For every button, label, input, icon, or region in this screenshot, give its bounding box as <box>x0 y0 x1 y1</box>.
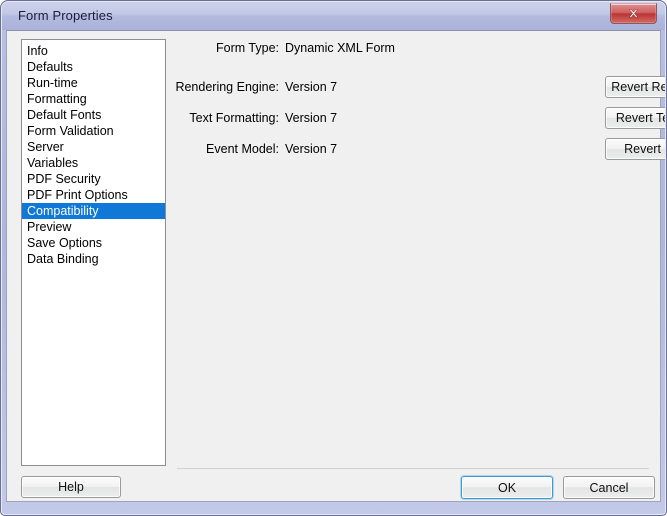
dialog-client-area: Info Defaults Run-time Formatting Default Fo… <box>6 30 667 502</box>
revert-rendering-model-button[interactable]: Revert Rendering Model <box>605 76 667 98</box>
window-title: Form Properties <box>18 8 113 23</box>
rendering-engine-label: Rendering Engine: <box>175 80 279 94</box>
sidebar-item-save-options[interactable]: Save Options <box>22 235 165 251</box>
sidebar-item-default-fonts[interactable]: Default Fonts <box>22 107 165 123</box>
sidebar-item-preview[interactable]: Preview <box>22 219 165 235</box>
sidebar-item-formatting[interactable]: Formatting <box>22 91 165 107</box>
text-formatting-value: Version 7 <box>285 111 338 125</box>
form-type-label: Form Type: <box>216 41 279 55</box>
event-model-label: Event Model: <box>206 142 279 156</box>
sidebar-item-data-binding[interactable]: Data Binding <box>22 251 165 267</box>
title-bar[interactable]: Form Properties <box>2 2 665 30</box>
sidebar-item-defaults[interactable]: Defaults <box>22 59 165 75</box>
sidebar-item-form-validation[interactable]: Form Validation <box>22 123 165 139</box>
rendering-engine-value: Version 7 <box>285 80 338 94</box>
form-type-value: Dynamic XML Form <box>285 41 395 55</box>
sidebar-item-pdf-print-options[interactable]: PDF Print Options <box>22 187 165 203</box>
title-watermark <box>480 11 580 21</box>
close-button[interactable] <box>610 3 657 24</box>
text-formatting-label: Text Formatting: <box>189 111 279 125</box>
revert-text-formatting-button[interactable]: Revert Text Formatting <box>605 107 667 129</box>
cancel-button[interactable]: Cancel <box>563 476 655 499</box>
dialog-window: Form Properties Info Defaults Run-time Form… <box>0 0 667 516</box>
event-model-value: Version 7 <box>285 142 338 156</box>
category-listbox[interactable]: Info Defaults Run-time Formatting Default Fo… <box>21 39 166 466</box>
sidebar-item-run-time[interactable]: Run-time <box>22 75 165 91</box>
sidebar-item-server[interactable]: Server <box>22 139 165 155</box>
help-button[interactable]: Help <box>21 476 121 498</box>
detail-panel: Form Type: Dynamic XML Form Rendering En… <box>175 31 667 501</box>
sidebar-item-variables[interactable]: Variables <box>22 155 165 171</box>
sidebar-item-pdf-security[interactable]: PDF Security <box>22 171 165 187</box>
footer-separator <box>177 468 649 469</box>
close-icon <box>628 9 639 18</box>
ok-button[interactable]: OK <box>461 476 553 499</box>
sidebar-item-info[interactable]: Info <box>22 43 165 59</box>
revert-event-model-button[interactable]: Revert Event Model <box>605 138 667 160</box>
sidebar-item-compatibility[interactable]: Compatibility <box>22 203 165 219</box>
